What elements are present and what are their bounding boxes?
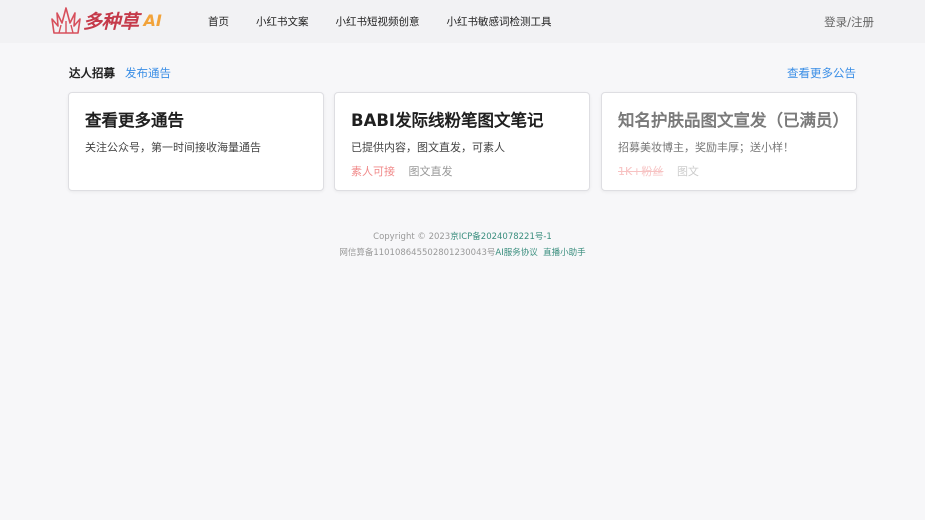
card-tag: 1K+粉丝	[618, 165, 664, 178]
section-header: 达人招募 发布通告 查看更多公告	[69, 65, 856, 81]
card-title: 知名护肤品图文宣发（已满员）	[618, 111, 840, 130]
main-nav: 首页 小红书文案 小红书短视频创意 小红书敏感词检测工具	[208, 0, 579, 43]
more-notices-link[interactable]: 查看更多公告	[787, 65, 856, 81]
footer: Copyright © 2023京ICP备2024078221号-1 网信算备1…	[0, 229, 925, 261]
card-desc: 已提供内容，图文直发，可素人	[351, 141, 505, 154]
notice-card[interactable]: BABI发际线粉笔图文笔记 已提供内容，图文直发，可素人 素人可接 图文直发	[334, 92, 590, 191]
grass-logo-icon	[51, 6, 81, 34]
nav-home[interactable]: 首页	[208, 14, 229, 29]
notice-card[interactable]: 知名护肤品图文宣发（已满员） 招募美妆博主，奖励丰厚；送小样！ 1K+粉丝 图文	[601, 92, 857, 191]
brand-name: 多种草	[83, 10, 139, 33]
icp-link[interactable]: 京ICP备2024078221号-1	[450, 232, 552, 242]
notice-card[interactable]: 查看更多通告 关注公众号，第一时间接收海量通告	[68, 92, 324, 191]
card-tag: 图文	[676, 165, 699, 178]
card-title: BABI发际线粉笔图文笔记	[351, 111, 544, 130]
algorithm-filing-text: 网信算备110108645502801230043号	[339, 248, 496, 258]
recruit-cards: 查看更多通告 关注公众号，第一时间接收海量通告 BABI发际线粉笔图文笔记 已提…	[68, 92, 857, 191]
nav-sensitive-word-tool[interactable]: 小红书敏感词检测工具	[447, 14, 552, 29]
card-tag: 素人可接	[351, 165, 395, 178]
login-register-link[interactable]: 登录/注册	[824, 14, 874, 30]
top-bar: 多种草 AI 首页 小红书文案 小红书短视频创意 小红书敏感词检测工具 登录/注…	[0, 0, 925, 43]
card-tags: 1K+粉丝 图文	[618, 163, 840, 179]
live-helper-link[interactable]: 直播小助手	[543, 248, 586, 258]
card-tag: 图文直发	[408, 165, 453, 178]
ai-agreement-link[interactable]: AI服务协议	[495, 248, 537, 258]
card-desc: 招募美妆博主，奖励丰厚；送小样！	[618, 141, 794, 154]
nav-xhs-video-ideas[interactable]: 小红书短视频创意	[336, 14, 420, 29]
copyright-text: Copyright © 2023	[373, 232, 451, 242]
nav-xhs-copy[interactable]: 小红书文案	[256, 14, 309, 29]
logo[interactable]: 多种草 AI	[51, 6, 162, 34]
brand-suffix: AI	[143, 10, 162, 30]
card-title: 查看更多通告	[85, 111, 184, 130]
card-tags: 素人可接 图文直发	[351, 163, 573, 179]
section-title: 达人招募	[69, 66, 115, 80]
publish-notice-link[interactable]: 发布通告	[125, 65, 171, 81]
card-desc: 关注公众号，第一时间接收海量通告	[85, 141, 261, 154]
